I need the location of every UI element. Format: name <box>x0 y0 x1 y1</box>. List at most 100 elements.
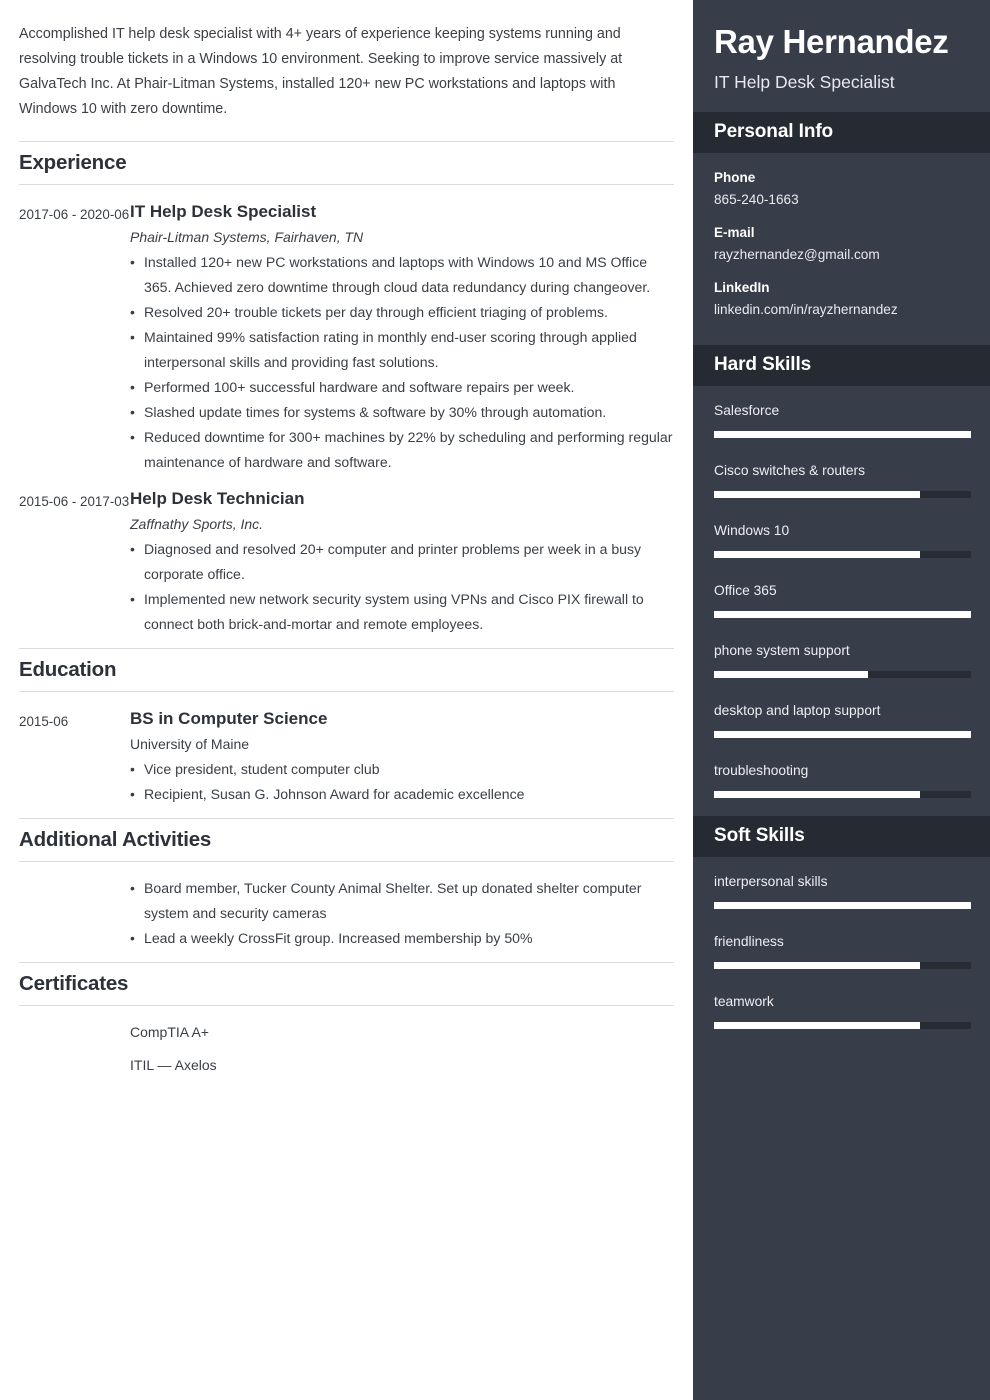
skill-row: interpersonal skills <box>714 872 971 909</box>
entry-job-title: Help Desk Technician <box>130 489 305 508</box>
entry-job-title: IT Help Desk Specialist <box>130 202 317 221</box>
skill-label: friendliness <box>714 934 784 949</box>
resume-sidebar: Ray Hernandez IT Help Desk Specialist Pe… <box>693 0 990 1400</box>
entry-bullet-list: Vice president, student computer club Re… <box>130 757 674 807</box>
entry-body: IT Help Desk Specialist Phair-Litman Sys… <box>130 199 674 475</box>
certificate-item: ITIL — Axelos <box>130 1057 217 1073</box>
entry-date: 2015-06 - 2017-03 <box>19 494 130 509</box>
bullet-item: Reduced downtime for 300+ machines by 22… <box>130 425 674 475</box>
skill-bar-track <box>714 611 971 618</box>
bullet-item: Maintained 99% satisfaction rating in mo… <box>130 325 674 375</box>
bullet-item: Installed 120+ new PC workstations and l… <box>130 250 674 300</box>
sidebar-section-title-soft-skills: Soft Skills <box>693 816 990 857</box>
bullet-item: Recipient, Susan G. Johnson Award for ac… <box>130 782 674 807</box>
contact-label: Phone <box>714 170 756 185</box>
section-education: Education 2015-06 BS in Computer Science… <box>19 648 674 807</box>
skill-label: phone system support <box>714 643 850 658</box>
section-certificates: Certificates CompTIA A+ ITIL — Axelos <box>19 962 674 1086</box>
entry-degree-title: BS in Computer Science <box>130 709 328 728</box>
bullet-item: Implemented new network security system … <box>130 587 674 637</box>
section-title-experience: Experience <box>19 141 674 185</box>
skill-bar-track <box>714 1022 971 1029</box>
contact-item-phone: Phone 865-240-1663 <box>714 168 969 210</box>
skill-row: teamwork <box>714 992 971 1029</box>
skill-bar-fill <box>714 611 971 618</box>
skill-bar-fill <box>714 731 971 738</box>
certificates-entry: CompTIA A+ ITIL — Axelos <box>19 1020 674 1086</box>
entry-date: 2015-06 <box>19 714 69 729</box>
certificate-item: CompTIA A+ <box>130 1024 209 1040</box>
skill-bar-track <box>714 551 971 558</box>
skill-bar-fill <box>714 1022 920 1029</box>
entry-body: BS in Computer Science University of Mai… <box>130 706 674 807</box>
skill-label: teamwork <box>714 994 774 1009</box>
contact-label: LinkedIn <box>714 280 770 295</box>
skill-row: Cisco switches & routers <box>714 461 971 498</box>
entry-date-empty <box>19 876 130 951</box>
soft-skills-block: interpersonal skills friendliness teamwo… <box>693 857 990 1047</box>
skill-bar-track <box>714 431 971 438</box>
entry-date-empty <box>19 1020 130 1086</box>
section-additional-activities: Additional Activities Board member, Tuck… <box>19 818 674 951</box>
skill-row: desktop and laptop support <box>714 701 971 738</box>
entry-bullet-list: Diagnosed and resolved 20+ computer and … <box>130 537 674 637</box>
section-title-activities: Additional Activities <box>19 818 674 862</box>
contact-label: E-mail <box>714 225 755 240</box>
entry-school: University of Maine <box>130 736 250 752</box>
sidebar-section-title-personal-info: Personal Info <box>693 112 990 153</box>
entry-date: 2017-06 - 2020-06 <box>19 207 130 222</box>
skill-label: troubleshooting <box>714 763 809 778</box>
skill-bar-track <box>714 731 971 738</box>
skill-row: Salesforce <box>714 401 971 438</box>
skill-bar-fill <box>714 431 971 438</box>
bullet-item: Vice president, student computer club <box>130 757 674 782</box>
sidebar-section-title-hard-skills: Hard Skills <box>693 345 990 386</box>
skill-bar-track <box>714 962 971 969</box>
bullet-item: Diagnosed and resolved 20+ computer and … <box>130 537 674 587</box>
skill-label: Office 365 <box>714 583 777 598</box>
entry-bullet-list: Installed 120+ new PC workstations and l… <box>130 250 674 475</box>
skill-bar-fill <box>714 491 920 498</box>
skill-label: Cisco switches & routers <box>714 463 866 478</box>
contact-value[interactable]: rayzhernandez@gmail.com <box>714 244 969 265</box>
skill-label: Salesforce <box>714 403 780 418</box>
candidate-name: Ray Hernandez <box>714 23 949 60</box>
skill-row: friendliness <box>714 932 971 969</box>
bullet-item: Lead a weekly CrossFit group. Increased … <box>130 926 674 951</box>
skill-bar-fill <box>714 962 920 969</box>
skill-bar-track <box>714 671 971 678</box>
bullet-item: Board member, Tucker County Animal Shelt… <box>130 876 674 926</box>
resume-page: Accomplished IT help desk specialist wit… <box>0 0 990 1400</box>
bullet-item: Slashed update times for systems & softw… <box>130 400 674 425</box>
contact-item-linkedin: LinkedIn linkedin.com/in/rayzhernandez <box>714 278 969 320</box>
professional-summary: Accomplished IT help desk specialist wit… <box>19 26 623 117</box>
bullet-item: Resolved 20+ trouble tickets per day thr… <box>130 300 674 325</box>
section-experience: Experience 2017-06 - 2020-06 IT Help Des… <box>19 141 674 637</box>
bullet-item: Performed 100+ successful hardware and s… <box>130 375 674 400</box>
resume-main-column: Accomplished IT help desk specialist wit… <box>0 0 693 1400</box>
section-title-education: Education <box>19 648 674 692</box>
sidebar-header: Ray Hernandez IT Help Desk Specialist <box>693 0 990 112</box>
entry-body: Help Desk Technician Zaffnathy Sports, I… <box>130 486 674 637</box>
skill-row: troubleshooting <box>714 761 971 798</box>
skill-bar-track <box>714 791 971 798</box>
skill-bar-fill <box>714 671 869 678</box>
skill-bar-fill <box>714 902 971 909</box>
entry-bullet-list: Board member, Tucker County Animal Shelt… <box>130 876 674 951</box>
entry-company: Zaffnathy Sports, Inc. <box>130 516 264 532</box>
skill-label: desktop and laptop support <box>714 703 881 718</box>
hard-skills-block: Salesforce Cisco switches & routers Wind… <box>693 386 990 816</box>
contact-value[interactable]: 865-240-1663 <box>714 189 969 210</box>
entry-body: Board member, Tucker County Animal Shelt… <box>130 876 674 951</box>
skill-label: interpersonal skills <box>714 874 828 889</box>
skill-row: Windows 10 <box>714 521 971 558</box>
contact-value[interactable]: linkedin.com/in/rayzhernandez <box>714 299 969 320</box>
section-title-certificates: Certificates <box>19 962 674 1006</box>
skill-row: Office 365 <box>714 581 971 618</box>
skill-bar-fill <box>714 551 920 558</box>
skill-bar-track <box>714 491 971 498</box>
education-entry: 2015-06 BS in Computer Science Universit… <box>19 706 674 807</box>
skill-row: phone system support <box>714 641 971 678</box>
activities-entry: Board member, Tucker County Animal Shelt… <box>19 876 674 951</box>
entry-company: Phair-Litman Systems, Fairhaven, TN <box>130 229 364 245</box>
